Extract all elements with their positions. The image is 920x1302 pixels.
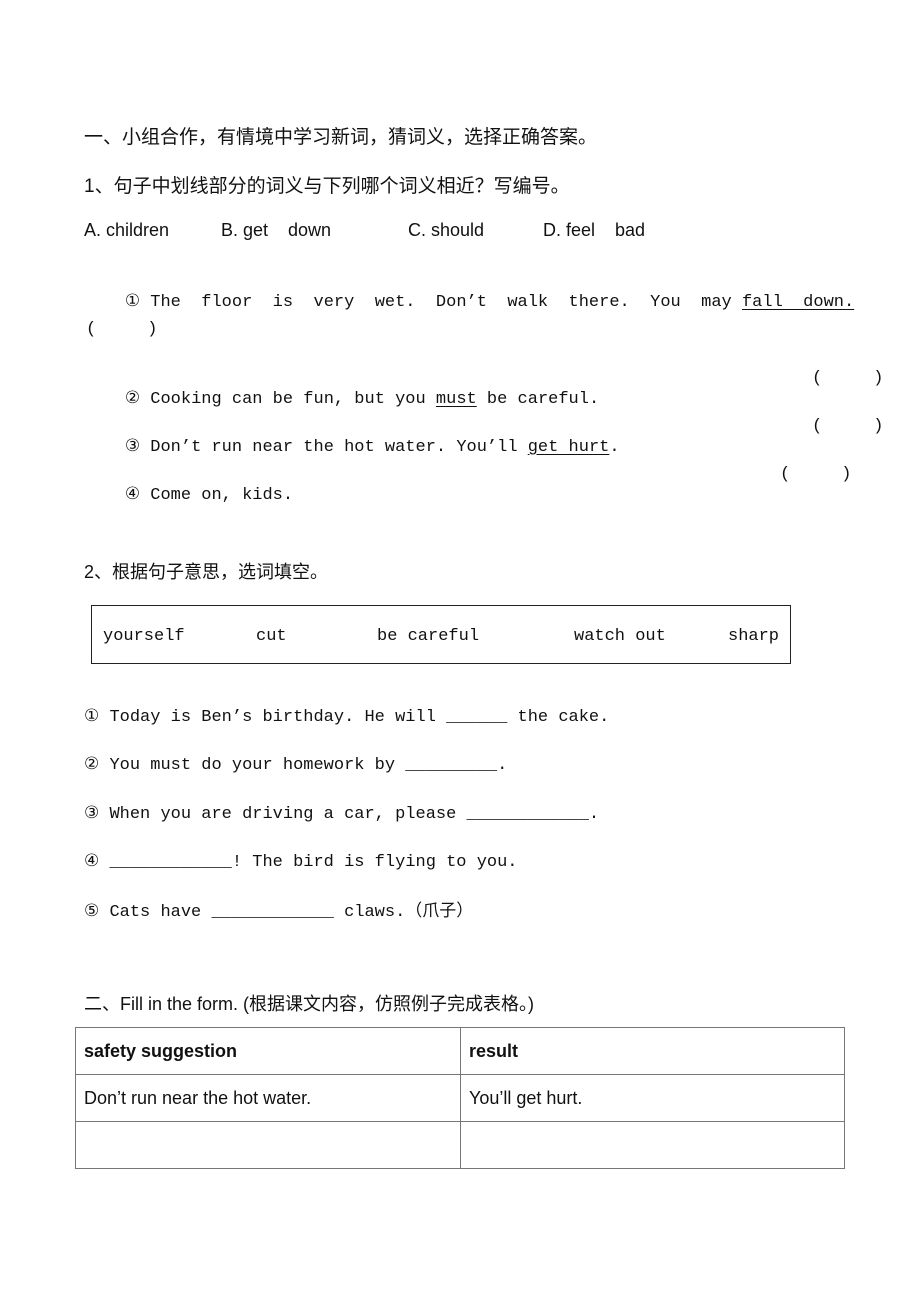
table-row: Don’t run near the hot water. You’ll get… (75, 1074, 845, 1122)
word-bank-box: yourself cut be careful watch out sharp (91, 605, 791, 664)
option-b: B. get down (221, 220, 332, 240)
section1-title: 一、小组合作，有情境中学习新词，猜词义，选择正确答案。 (84, 127, 598, 148)
header-safety-suggestion: safety suggestion (75, 1027, 461, 1075)
item-text-before: The floor is very wet. Don’t walk there.… (140, 293, 742, 312)
answer-options: A. children B. get down C. should D. fee… (84, 220, 784, 246)
item-number: ② (124, 390, 141, 409)
word-bank-item: watch out (574, 627, 666, 646)
answer-blank[interactable]: ( ) (86, 320, 157, 339)
section2-title: 二、Fill in the form. (根据课文内容，仿照例子完成表格。) (84, 994, 535, 1014)
item-number: ① (124, 293, 141, 312)
underlined-phrase: fall down. (741, 293, 855, 312)
cell-suggestion: Don’t run near the hot water. (75, 1074, 461, 1122)
item-text-after: be careful. (476, 390, 600, 409)
item-text-after: . (609, 438, 620, 457)
answer-blank[interactable]: ( ) (812, 369, 883, 388)
fill-blank-item[interactable]: ⑤ Cats have ____________ claws.（爪子） (84, 896, 473, 922)
underlined-phrase: get hurt (527, 438, 610, 457)
cell-suggestion-empty[interactable] (75, 1121, 461, 1169)
table-header-row: safety suggestion result (75, 1027, 845, 1075)
answer-blank[interactable]: ( ) (812, 417, 883, 436)
fill-blank-item[interactable]: ④ ____________! The bird is flying to yo… (84, 851, 518, 872)
word-bank-item: be careful (377, 627, 480, 646)
fill-blank-item[interactable]: ① Today is Ben’s birthday. He will _____… (84, 706, 609, 727)
item-text-before: Cooking can be fun, but you (140, 390, 436, 409)
part2-instruction: 2、根据句子意思，选词填空。 (84, 562, 329, 582)
option-c: C. should (408, 220, 485, 240)
fill-blank-item[interactable]: ③ When you are driving a car, please ___… (84, 803, 599, 824)
word-bank-item: cut (256, 627, 287, 646)
option-a: A. children (84, 220, 170, 240)
item-number: ④ (124, 486, 141, 505)
cell-result-empty[interactable] (460, 1121, 845, 1169)
item-text-before: Don’t run near the hot water. You’ll (140, 438, 528, 457)
underlined-word: must (435, 390, 477, 409)
question-item: ① The floor is very wet. Don’t walk ther… (84, 272, 854, 331)
table-row (75, 1121, 845, 1169)
part1-instruction: 1、句子中划线部分的词义与下列哪个词义相近？写编号。 (84, 176, 570, 197)
option-d: D. feel bad (543, 220, 646, 240)
item-number: ③ (124, 438, 141, 457)
word-bank-item: yourself (103, 627, 185, 646)
word-bank-item: sharp (728, 627, 780, 646)
item-text-before: Come on, kids. (140, 486, 294, 505)
answer-blank[interactable]: ( ) (780, 465, 851, 484)
cell-result: You’ll get hurt. (460, 1074, 845, 1122)
fill-blank-item[interactable]: ② You must do your homework by _________… (84, 754, 507, 775)
question-item: ④ Come on, kids. (84, 465, 293, 524)
fill-in-form-table: safety suggestion result Don’t run near … (75, 1027, 845, 1169)
header-result: result (460, 1027, 845, 1075)
